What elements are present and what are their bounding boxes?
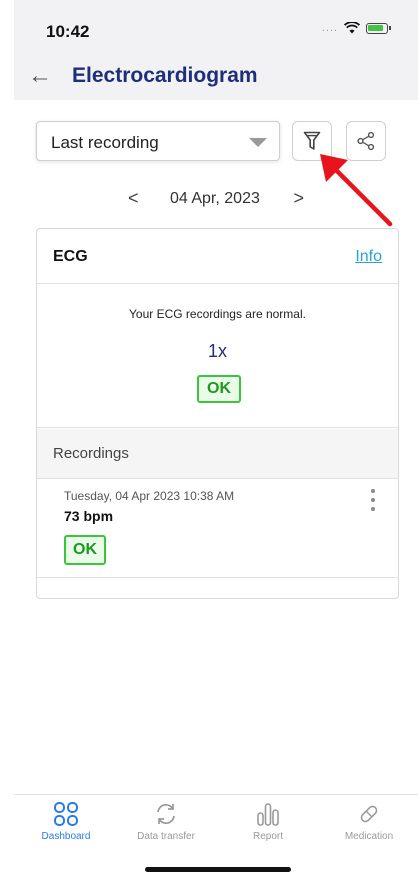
summary-text: Your ECG recordings are normal. (129, 307, 306, 321)
recording-status-badge: OK (64, 535, 106, 565)
battery-charging-icon (366, 22, 391, 34)
tab-dashboard[interactable]: Dashboard (21, 801, 111, 842)
summary-status-badge: OK (197, 375, 241, 403)
dashboard-icon (54, 802, 78, 826)
bottom-tab-bar: Dashboard Data transfer Report Medicatio… (14, 794, 418, 848)
ecg-summary: Your ECG recordings are normal. 1x OK (37, 285, 398, 428)
sync-icon (157, 803, 175, 825)
pill-icon (360, 805, 378, 823)
tab-label: Dashboard (41, 831, 91, 842)
card-title: ECG (53, 248, 88, 265)
summary-count: 1x (207, 341, 227, 361)
info-link[interactable]: Info (355, 248, 382, 266)
tab-label: Data transfer (137, 831, 195, 842)
tab-label: Report (252, 831, 283, 842)
status-time: 10:42 (46, 22, 90, 41)
filter-icon (303, 131, 321, 150)
card-header: ECG Info (37, 229, 398, 284)
page-title: Electrocardiogram (72, 64, 258, 87)
tab-medication[interactable]: Medication (324, 801, 414, 842)
range-dropdown[interactable]: Last recording (36, 121, 280, 161)
signal-dots: .... (321, 22, 338, 34)
tab-label: Medication (344, 831, 394, 842)
recording-bpm: 73 bpm (64, 508, 114, 524)
status-icons: .... (321, 22, 391, 34)
red-annotation-arrow (320, 154, 393, 227)
tab-report[interactable]: Report (223, 801, 313, 842)
chevron-down-icon (249, 138, 267, 147)
recordings-title: Recordings (53, 445, 129, 462)
wifi-icon (344, 22, 360, 34)
tab-data-transfer[interactable]: Data transfer (121, 801, 211, 842)
previous-date-button[interactable]: < (128, 188, 139, 209)
home-indicator (145, 867, 291, 872)
recording-row[interactable]: Tuesday, 04 Apr 2023 10:38 AM 73 bpm OK (37, 480, 398, 578)
more-options-icon[interactable] (370, 489, 376, 511)
ecg-card: ECG Info Your ECG recordings are normal.… (36, 228, 399, 599)
recordings-header: Recordings (37, 429, 398, 479)
report-chart-icon (257, 803, 279, 826)
recording-datetime: Tuesday, 04 Apr 2023 10:38 AM (64, 489, 235, 503)
next-date-button[interactable]: > (293, 188, 304, 209)
range-dropdown-value: Last recording (51, 133, 159, 152)
share-icon (357, 131, 375, 151)
current-date: 04 Apr, 2023 (170, 190, 260, 207)
date-navigator: < 04 Apr, 2023 > (120, 188, 310, 212)
back-arrow-icon[interactable]: ← (28, 62, 52, 90)
